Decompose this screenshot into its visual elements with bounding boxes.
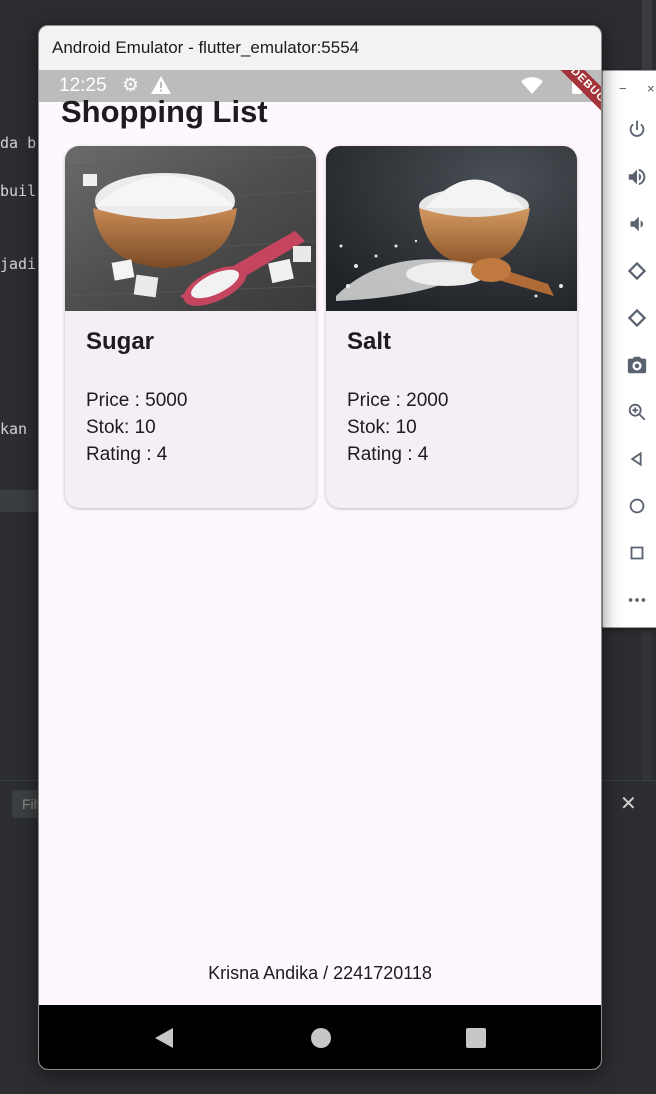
emulator-title[interactable]: Android Emulator - flutter_emulator:5554 (39, 26, 601, 70)
emulator-side-toolbar: − × (602, 70, 656, 628)
settings-gear-icon: ⚙ (122, 75, 140, 96)
home-button[interactable] (623, 492, 651, 520)
code-line: da b (0, 134, 37, 152)
editor-scrollbar-track (642, 630, 652, 780)
power-icon (629, 120, 645, 137)
power-button[interactable] (623, 115, 651, 143)
product-name: Salt (347, 328, 392, 355)
salt-image (326, 146, 577, 311)
product-price: Price : 2000 (347, 390, 449, 411)
sugar-image (65, 146, 316, 311)
nav-back-icon[interactable] (153, 1027, 175, 1049)
product-name: Sugar (86, 328, 155, 355)
phone-screen: 12:25 ⚙ DEBUG Shopping List Sugar Price … (39, 70, 601, 1005)
rotate-left-icon (627, 261, 647, 281)
volume-down-button[interactable] (623, 210, 651, 238)
product-card-sugar[interactable]: Sugar Price : 5000 Stok: 10 Rating : 4 (65, 146, 316, 508)
rotate-right-button[interactable] (623, 304, 651, 332)
rotate-left-button[interactable] (623, 257, 651, 285)
product-stock: Stok: 10 (86, 417, 156, 438)
editor-scrollbar[interactable] (642, 0, 652, 70)
rotate-right-icon (627, 308, 647, 328)
footer-author: Krisna Andika / 2241720118 (208, 963, 432, 983)
nav-home-icon[interactable] (311, 1028, 331, 1048)
camera-icon (627, 356, 647, 374)
product-price: Price : 5000 (86, 390, 188, 411)
back-icon (630, 451, 642, 467)
volume-down-icon (630, 216, 643, 232)
zoom-button[interactable] (623, 398, 651, 426)
nav-recents-icon[interactable] (466, 1028, 486, 1048)
product-card-salt[interactable]: Salt Price : 2000 Stok: 10 Rating : 4 (326, 146, 577, 508)
toolbar-close-button[interactable]: × (647, 81, 655, 96)
overview-icon (630, 546, 644, 560)
toolbar-minimize-button[interactable]: − (619, 81, 627, 96)
volume-up-button[interactable] (623, 163, 651, 191)
code-line: buil (0, 182, 37, 200)
screenshot-button[interactable] (623, 351, 651, 379)
product-rating: Rating : 4 (86, 444, 168, 465)
code-line: kan (0, 420, 28, 438)
wifi-icon (521, 77, 543, 94)
code-line: jadi (0, 255, 37, 273)
panel-close-button[interactable]: ✕ (620, 792, 637, 816)
volume-up-icon (628, 168, 646, 186)
zoom-icon (628, 403, 646, 421)
emulator-window: Android Emulator - flutter_emulator:5554… (38, 25, 602, 1070)
page-title: Shopping List (61, 94, 268, 129)
more-button[interactable] (623, 586, 651, 614)
product-rating: Rating : 4 (347, 444, 429, 465)
home-icon (629, 498, 645, 514)
warning-icon (151, 76, 171, 94)
more-icon (628, 598, 646, 602)
product-stock: Stok: 10 (347, 417, 417, 438)
current-line-highlight (0, 490, 40, 512)
android-nav-bar (39, 1005, 601, 1069)
back-button[interactable] (623, 445, 651, 473)
overview-button[interactable] (623, 539, 651, 567)
